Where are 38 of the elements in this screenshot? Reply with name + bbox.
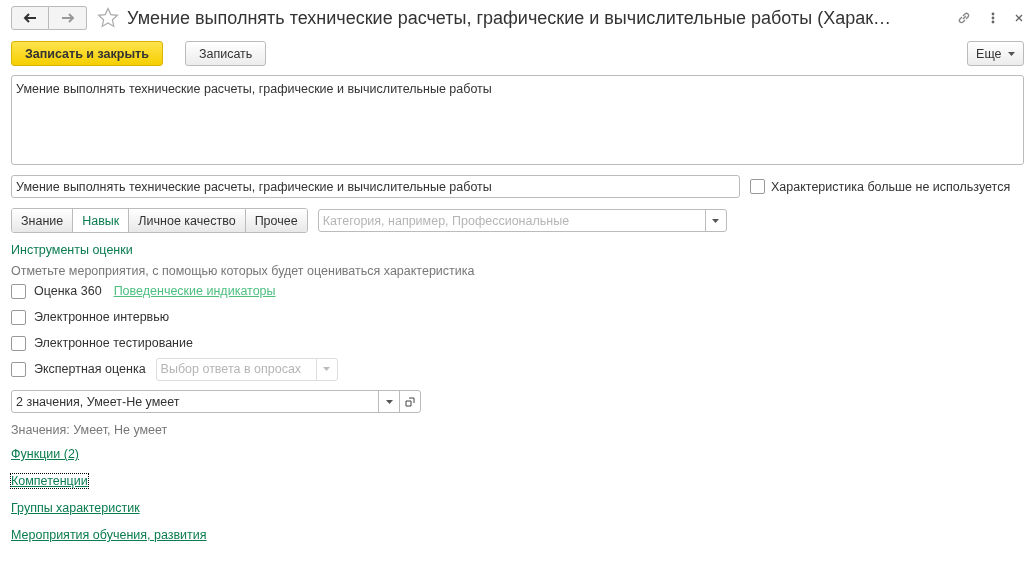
more-button[interactable]: Еще [967, 41, 1024, 66]
checkbox-label: Электронное интервью [34, 310, 170, 324]
section-link[interactable]: Мероприятия обучения, развития [11, 528, 207, 542]
type-tab[interactable]: Прочее [244, 209, 307, 232]
more-icon[interactable] [990, 11, 996, 25]
open-icon [405, 396, 415, 407]
window-title: Умение выполнять технические расчеты, графические и вычислительные работы (Харак… [127, 7, 893, 29]
scale-field[interactable]: 2 значения, Умеет-Не умеет [11, 390, 421, 413]
save-and-close-button[interactable]: Записать и закрыть [11, 41, 163, 66]
checkbox[interactable] [11, 309, 26, 325]
checkbox-label: Характеристика больше не используется [771, 179, 1011, 194]
star-icon[interactable] [97, 7, 119, 29]
back-button[interactable] [11, 6, 49, 30]
type-tab[interactable]: Личное качество [128, 209, 245, 232]
caret-icon [1008, 52, 1015, 57]
checkbox-label: Оценка 360 [34, 284, 102, 298]
section-link[interactable]: Функции (2) [11, 447, 79, 461]
forward-arrow-icon [60, 13, 75, 23]
hint-text: Отметьте мероприятия, с помощью которых будет оцениваться характеристика [11, 264, 476, 278]
description-field[interactable]: Умение выполнять технические расчеты, графические и вычислительные работы [11, 75, 1024, 165]
back-arrow-icon [23, 13, 37, 23]
save-button[interactable]: Записать [184, 41, 267, 66]
checkbox[interactable] [11, 361, 26, 377]
section-link[interactable]: Группы характеристик [11, 501, 140, 515]
caret-icon[interactable] [712, 218, 720, 223]
checkbox[interactable] [11, 335, 26, 351]
link-icon[interactable] [956, 10, 972, 26]
section-link[interactable]: Компетенции [11, 474, 88, 488]
caret-icon[interactable] [385, 399, 393, 404]
values-text: Значения: Умеет, Не умеет [11, 423, 169, 437]
close-icon[interactable] [1014, 13, 1024, 23]
checkbox[interactable] [11, 283, 26, 299]
checkbox-label: Электронное тестирование [34, 336, 193, 350]
checkbox-label: Экспертная оценка [34, 362, 146, 376]
section-heading: Инструменты оценки [11, 243, 134, 257]
type-tab[interactable]: Знание [12, 209, 73, 232]
checkbox[interactable] [750, 179, 765, 194]
name-field[interactable]: Умение выполнять технические расчеты, графические и вычислительные работы [11, 175, 740, 198]
